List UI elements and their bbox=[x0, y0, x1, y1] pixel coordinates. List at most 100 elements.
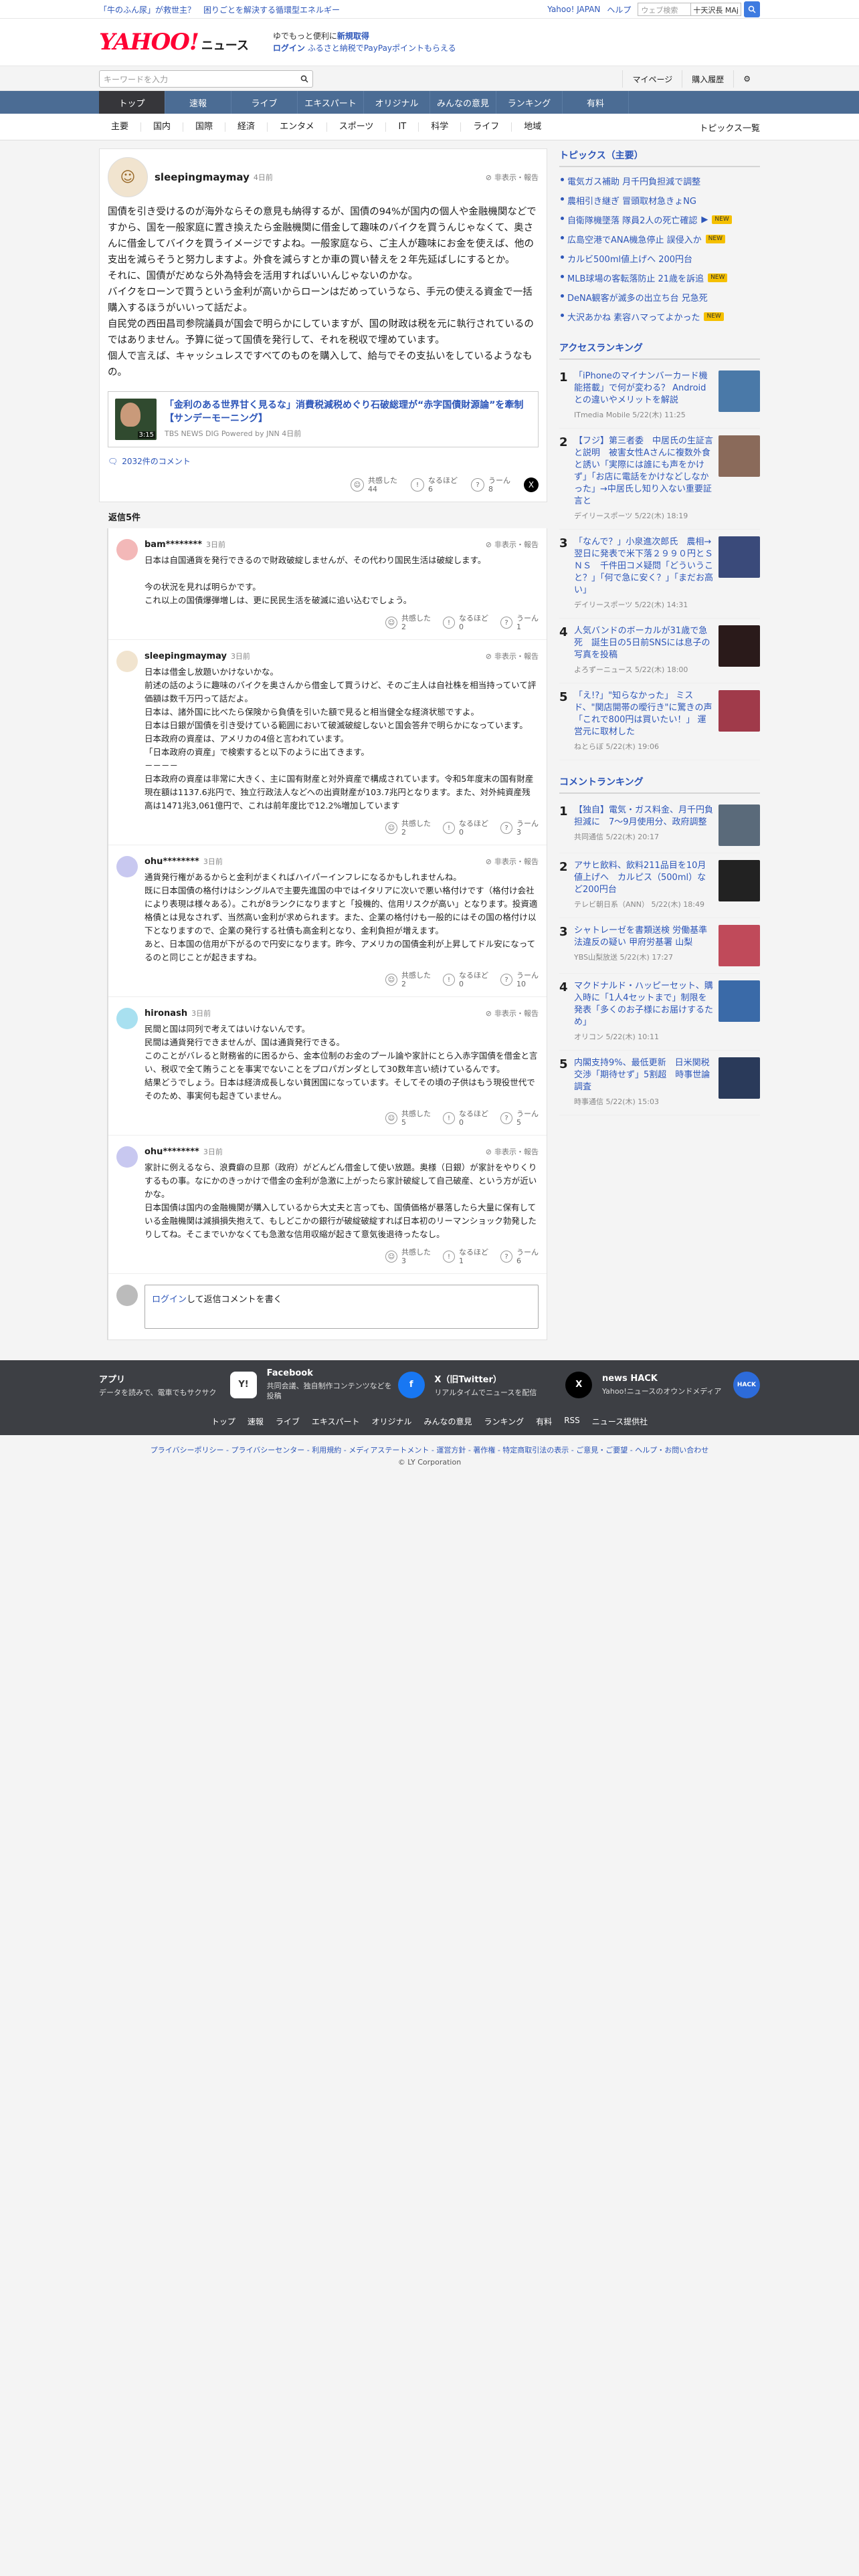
footer-link[interactable]: ライブ bbox=[276, 1416, 300, 1427]
ranking-item[interactable]: 3 シャトレーゼを書類送検 労働基準法違反の疑い 甲府労基署 山梨 YBS山梨放送 … bbox=[559, 918, 760, 974]
topic-item[interactable]: 電気ガス補助 月千円負担減で調整 bbox=[559, 171, 760, 191]
footer-link[interactable]: オリジナル bbox=[372, 1416, 412, 1427]
help-link[interactable]: ヘルプ bbox=[607, 4, 631, 15]
empathy-button[interactable]: ☺ 共感した 44 bbox=[351, 476, 397, 494]
topics-title[interactable]: トピックス（主要） bbox=[559, 148, 760, 167]
reply-user[interactable]: bam******** bbox=[145, 540, 202, 550]
access-ranking-title[interactable]: アクセスランキング bbox=[559, 341, 760, 360]
ranking-item[interactable]: 2 【フジ】第三者委 中居氏の生証言と説明 被害女性Aさんに複数外食と誘い「実際に… bbox=[559, 429, 760, 530]
article-title[interactable]: 「金利のある世界甘く見るな」消費税減税めぐり石破総理が“赤字国債財源論”を牽制【… bbox=[165, 399, 531, 425]
gnav-original[interactable]: オリジナル bbox=[364, 91, 430, 114]
avatar[interactable] bbox=[116, 651, 138, 672]
search-icon[interactable] bbox=[300, 75, 308, 83]
reply-user[interactable]: sleepingmaymay bbox=[145, 651, 227, 661]
reply-input[interactable]: ログインして返信コメントを書く bbox=[145, 1285, 539, 1329]
footer-app-link[interactable]: アプリ データを読みで、電車でもサクサク Y! bbox=[99, 1368, 257, 1401]
web-search-input[interactable]: ウェブ検索 bbox=[638, 3, 692, 16]
cnav-life[interactable]: ライフ bbox=[461, 122, 512, 132]
empathy-button[interactable]: ☺ 共感した 5 bbox=[385, 1109, 431, 1127]
hide-report-button[interactable]: ⊘ 非表示・報告 bbox=[486, 651, 539, 661]
hide-report-button[interactable]: ⊘ 非表示・報告 bbox=[486, 539, 539, 550]
footer-facebook-link[interactable]: Facebook 共同会議、独自制作コンテンツなどを投稿 f bbox=[267, 1368, 425, 1401]
hmm-button[interactable]: ? うーん 5 bbox=[500, 1109, 539, 1127]
hmm-button[interactable]: ? うーん 1 bbox=[500, 614, 539, 631]
legal-link-row[interactable]: プライバシーポリシー - プライバシーセンター - 利用規約 - メディアステー… bbox=[0, 1444, 859, 1457]
insight-button[interactable]: ! なるほど 0 bbox=[443, 614, 488, 631]
footer-link[interactable]: みんなの意見 bbox=[424, 1416, 472, 1427]
gnav-paid[interactable]: 有料 bbox=[563, 91, 629, 114]
comment-user[interactable]: sleepingmaymay bbox=[155, 171, 250, 183]
login-link[interactable]: ログイン bbox=[152, 1295, 187, 1305]
article-card[interactable]: 3:15 「金利のある世界甘く見るな」消費税減税めぐり石破総理が“赤字国債財源論… bbox=[108, 391, 539, 447]
settings-button[interactable]: ⚙ bbox=[733, 70, 760, 88]
ranking-item[interactable]: 1 【独自】電気・ガス料金、月千円負担減に 7〜9月使用分、政府調整 共同通信 5/… bbox=[559, 798, 760, 853]
avatar[interactable]: ☺ bbox=[108, 157, 148, 197]
footer-link[interactable]: RSS bbox=[564, 1416, 580, 1427]
login-link[interactable]: ログイン bbox=[273, 43, 305, 53]
cnav-local[interactable]: 地域 bbox=[512, 122, 553, 132]
topic-item[interactable]: 広島空港でANA機急停止 誤侵入か NEW bbox=[559, 229, 760, 249]
cnav-science[interactable]: 科学 bbox=[419, 122, 462, 132]
hmm-button[interactable]: ? うーん 8 bbox=[471, 476, 510, 494]
keyword-search-input[interactable]: キーワードを入力 bbox=[99, 70, 313, 88]
yahoo-news-logo[interactable]: YAHOO! ニュース bbox=[99, 31, 249, 53]
gnav-ranking[interactable]: ランキング bbox=[496, 91, 563, 114]
avatar[interactable] bbox=[116, 856, 138, 877]
empathy-button[interactable]: ☺ 共感した 2 bbox=[385, 614, 431, 631]
gnav-top[interactable]: トップ bbox=[99, 91, 165, 114]
empathy-button[interactable]: ☺ 共感した 2 bbox=[385, 971, 431, 988]
footer-link[interactable]: トップ bbox=[211, 1416, 235, 1427]
hide-report-button[interactable]: ⊘ 非表示・報告 bbox=[486, 856, 539, 867]
web-search-button[interactable] bbox=[744, 1, 760, 17]
insight-button[interactable]: ! なるほど 0 bbox=[443, 819, 488, 837]
ranking-item[interactable]: 4 人気バンドのボーカルが31歳で急死 誕生日の5日前SNSには息子の写真を投稿よ… bbox=[559, 619, 760, 683]
ranking-item[interactable]: 5 内閣支持9%、最低更新 日米関税交渉「期待せず」5割超 時事世論調査 時事通信 … bbox=[559, 1051, 760, 1115]
avatar[interactable] bbox=[116, 539, 138, 560]
footer-link[interactable]: ニュース提供社 bbox=[592, 1416, 648, 1427]
comment-count-link[interactable]: 🗨 2032件のコメント bbox=[108, 455, 539, 467]
gnav-expert[interactable]: エキスパート bbox=[298, 91, 364, 114]
gnav-live[interactable]: ライブ bbox=[231, 91, 298, 114]
avatar[interactable] bbox=[116, 1008, 138, 1029]
cnav-sports[interactable]: スポーツ bbox=[327, 122, 387, 132]
cnav-domestic[interactable]: 国内 bbox=[141, 122, 184, 132]
empathy-button[interactable]: ☺ 共感した 3 bbox=[385, 1248, 431, 1265]
reply-user[interactable]: ohu******** bbox=[145, 857, 199, 867]
hmm-button[interactable]: ? うーん 6 bbox=[500, 1248, 539, 1265]
cnav-world[interactable]: 国際 bbox=[183, 122, 226, 132]
insight-button[interactable]: ! なるほど 0 bbox=[443, 971, 488, 988]
hide-report-button[interactable]: ⊘ 非表示・報告 bbox=[486, 1146, 539, 1157]
footer-newshack-link[interactable]: news HACK Yahoo!ニュースのオウンドメディア HACK bbox=[602, 1368, 760, 1401]
ranking-item[interactable]: 2 アサヒ飲料、飲料211品目を10月値上げへ カルピス（500ml）など200円… bbox=[559, 853, 760, 918]
ranking-item[interactable]: 5 「え!?」"知らなかった」 ミスド、"関店開帯の曖行き"に驚きの声「これで80… bbox=[559, 683, 760, 760]
topic-item[interactable]: カルビ500ml値上げへ 200円台 bbox=[559, 249, 760, 268]
hmm-button[interactable]: ? うーん 10 bbox=[500, 971, 539, 988]
cnav-economy[interactable]: 経済 bbox=[225, 122, 268, 132]
ranking-item[interactable]: 4 マクドナルド・ハッピーセット、購入時に「1人4セットまで」制限を発表「多くのお… bbox=[559, 974, 760, 1051]
insight-button[interactable]: ! なるほど 6 bbox=[411, 476, 458, 494]
footer-link[interactable]: エキスパート bbox=[312, 1416, 360, 1427]
top-link[interactable]: 「牛のふん尿」が救世主？ 困りごとを解決する循環型エネルギー bbox=[99, 5, 340, 15]
comment-ranking-title[interactable]: コメントランキング bbox=[559, 775, 760, 794]
insight-button[interactable]: ! なるほど 1 bbox=[443, 1248, 488, 1265]
gnav-opinions[interactable]: みんなの意見 bbox=[430, 91, 496, 114]
topic-item[interactable]: 自衛隊機墜落 隊員2人の死亡確認 ▶ NEW bbox=[559, 210, 760, 229]
hide-report-button[interactable]: ⊘ 非表示・報告 bbox=[486, 172, 539, 183]
register-link[interactable]: 新規取得 bbox=[337, 31, 369, 41]
x-share-icon[interactable]: X bbox=[524, 477, 539, 492]
reply-user[interactable]: hironash bbox=[145, 1008, 187, 1018]
cnav-entertainment[interactable]: エンタメ bbox=[268, 122, 327, 132]
hide-report-button[interactable]: ⊘ 非表示・報告 bbox=[486, 1008, 539, 1018]
topics-list-link[interactable]: トピックス一覧 bbox=[699, 121, 760, 134]
topic-item[interactable]: DeNA観客が滅多の出立ち台 兄急死 bbox=[559, 288, 760, 307]
empathy-button[interactable]: ☺ 共感した 2 bbox=[385, 819, 431, 837]
footer-link[interactable]: 速報 bbox=[248, 1416, 264, 1427]
ranking-item[interactable]: 1 「iPhoneのマイナンバーカード機能搭載」で何が変わる？ Androidとの… bbox=[559, 364, 760, 429]
web-search-select[interactable]: 十天沢長 MAj bbox=[691, 3, 741, 16]
topic-item[interactable]: 大沢あかね 素容ハマってよかった NEW bbox=[559, 307, 760, 326]
yahoo-japan-link[interactable]: Yahoo! JAPAN bbox=[547, 5, 600, 14]
footer-link[interactable]: 有料 bbox=[536, 1416, 552, 1427]
purchase-history-link[interactable]: 購入履歴 bbox=[682, 70, 733, 88]
footer-x-link[interactable]: X（旧Twitter） リアルタイムでニュースを配信 X bbox=[434, 1368, 593, 1401]
topic-item[interactable]: 農相引き継ぎ 冒頭取材急きょNG bbox=[559, 191, 760, 210]
